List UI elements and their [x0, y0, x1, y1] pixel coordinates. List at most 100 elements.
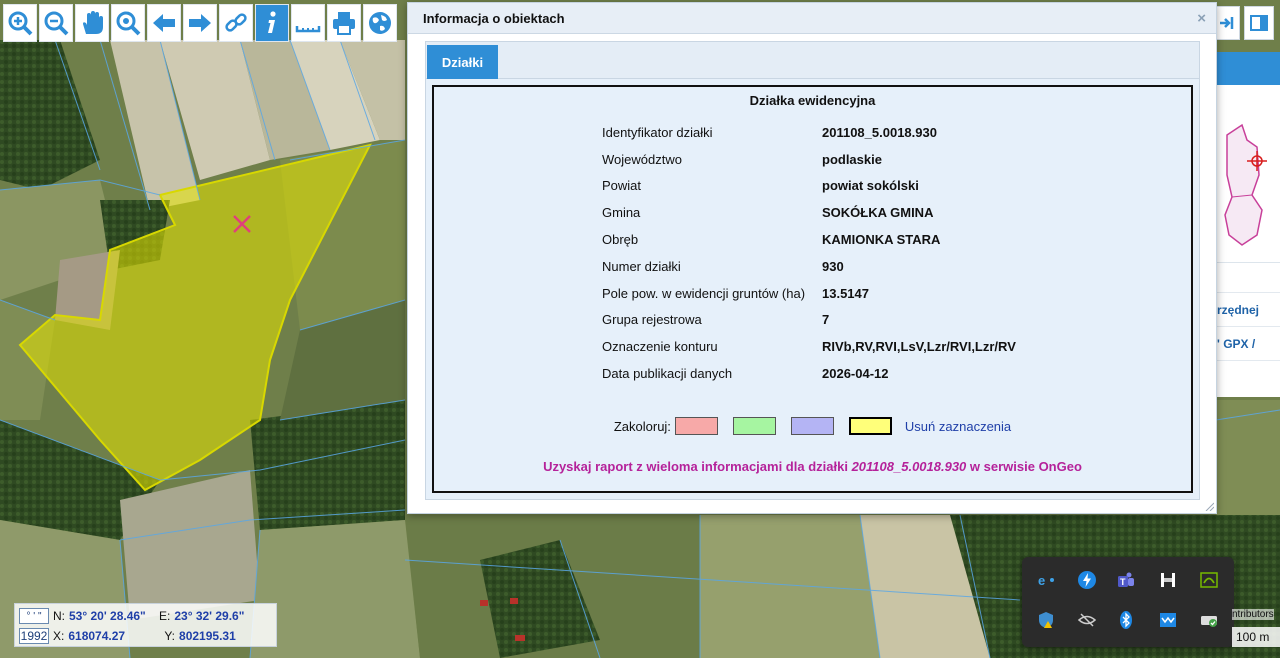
colour-picker: Zakoloruj: Usuń zaznaczenia: [434, 417, 1191, 435]
nvidia-tray-icon[interactable]: [1198, 569, 1220, 591]
parcel-attributes: Identyfikator działki 201108_5.0018.930 W…: [602, 119, 1016, 387]
measure-button[interactable]: [291, 4, 325, 42]
scale-bar: 100 m: [1232, 627, 1280, 647]
swatch-red[interactable]: [674, 417, 718, 435]
side-panel: rzędnej ' GPX /: [1216, 52, 1280, 397]
side-panel-row-gpx[interactable]: ' GPX /: [1217, 327, 1280, 361]
side-row-gpx-label: ' GPX /: [1217, 337, 1256, 351]
report-prefix: Uzyskaj raport z wieloma informacjami dl…: [543, 459, 848, 474]
attribute-row: Grupa rejestrowa 7: [602, 307, 1016, 334]
print-icon: [333, 12, 355, 35]
info-button[interactable]: [255, 4, 289, 42]
security-warning-tray-icon[interactable]: [1035, 609, 1057, 631]
attribute-value: RIVb,RV,RVI,LsV,Lzr/RVI,Lzr/RV: [822, 339, 1016, 355]
dialog-titlebar[interactable]: Informacja o obiektach ×: [408, 3, 1216, 34]
zoom-extent-button[interactable]: [111, 4, 145, 42]
overview-map[interactable]: [1217, 85, 1280, 263]
attribute-label: Pole pow. w ewidencji gruntów (ha): [602, 285, 806, 301]
svg-text:T: T: [1120, 577, 1126, 587]
attribute-label: Identyfikator działki: [602, 124, 713, 140]
teams-tray-icon[interactable]: T: [1115, 569, 1137, 591]
zoom-in-icon: [8, 11, 33, 36]
attribute-value: podlaskie: [822, 151, 882, 167]
forward-arrow-icon: [189, 14, 211, 32]
side-panel-row-empty: [1217, 263, 1280, 293]
zoom-extent-icon: [116, 11, 141, 36]
back-arrow-icon: [153, 14, 175, 32]
edge-tray-icon[interactable]: e: [1035, 569, 1057, 591]
x-label: X:: [53, 629, 65, 643]
system-tray-flyout: e T: [1022, 557, 1234, 647]
attribute-label: Powiat: [602, 178, 642, 194]
swatch-blue[interactable]: [790, 417, 834, 435]
attribute-value: KAMIONKA STARA: [822, 232, 941, 248]
info-icon: [268, 11, 276, 33]
attribute-value: 7: [822, 312, 830, 328]
attribute-row: Pole pow. w ewidencji gruntów (ha) 13.514…: [602, 280, 1016, 307]
panel-icon: [1250, 15, 1268, 31]
lightning-tray-icon[interactable]: [1076, 569, 1098, 591]
swatch-yellow[interactable]: [848, 417, 892, 435]
attribute-value: powiat sokólski: [822, 178, 919, 194]
device-tray-icon[interactable]: [1157, 569, 1179, 591]
attribute-label: Oznaczenie konturu: [602, 339, 718, 355]
svg-text:e: e: [1038, 573, 1045, 588]
resize-grip-icon[interactable]: [1204, 501, 1214, 511]
tab-parcels[interactable]: Działki: [427, 45, 498, 79]
x-value: 618074.27: [68, 629, 126, 643]
print-button[interactable]: [327, 4, 361, 42]
toggle-panel-button[interactable]: [1244, 6, 1274, 40]
parcel-heading: Działka ewidencyjna: [749, 93, 876, 108]
next-view-button[interactable]: [183, 4, 217, 42]
attribute-row: Obręb KAMIONKA STARA: [602, 226, 1016, 253]
ongeo-report-link[interactable]: Uzyskaj raport z wieloma informacjami dl…: [434, 459, 1191, 474]
attribute-row: Oznaczenie konturu RIVb,RV,RVI,LsV,Lzr/RV…: [602, 333, 1016, 360]
attribute-value: 930: [822, 258, 844, 274]
side-row-coords-label: rzędnej: [1217, 303, 1260, 317]
map-attribution[interactable]: ntributors: [1232, 609, 1274, 620]
attribute-row: Data publikacji danych 2026-04-12: [602, 360, 1016, 387]
clear-selection-link[interactable]: Usuń zaznaczenia: [905, 419, 1011, 434]
measure-icon: [295, 26, 321, 33]
n-label: N:: [53, 609, 65, 623]
previous-view-button[interactable]: [147, 4, 181, 42]
attribute-label: Numer działki: [602, 258, 681, 274]
epsg-1992-button[interactable]: 1992: [19, 628, 49, 644]
attribute-row: Powiat powiat sokólski: [602, 173, 1016, 200]
dialog-title: Informacja o obiektach: [423, 11, 565, 26]
drive-check-tray-icon[interactable]: [1198, 609, 1220, 631]
side-panel-header: [1217, 52, 1280, 85]
zoom-in-button[interactable]: [3, 4, 37, 42]
bluetooth-tray-icon[interactable]: [1115, 609, 1137, 631]
report-parcel-id: 201108_5.0018.930: [851, 459, 967, 474]
attribute-label: Data publikacji danych: [602, 366, 733, 382]
degree-format-button[interactable]: ° ' ": [19, 608, 49, 624]
tab-bar: Działki: [425, 41, 1200, 79]
swatch-green[interactable]: [732, 417, 776, 435]
export-arrow-icon: [1220, 17, 1234, 29]
attribute-label: Obręb: [602, 232, 639, 248]
attribute-value: 2026-04-12: [822, 366, 889, 382]
attribute-row: Numer działki 930: [602, 253, 1016, 280]
attribute-label: Gmina: [602, 205, 641, 221]
attribute-value: SOKÓŁKA GMINA: [822, 205, 934, 221]
zoom-out-button[interactable]: [39, 4, 73, 42]
link-icon: [225, 13, 247, 32]
export-button[interactable]: [1214, 6, 1240, 40]
map-toolbar: [3, 4, 397, 42]
close-icon[interactable]: ×: [1197, 3, 1206, 34]
link-button[interactable]: [219, 4, 253, 42]
side-panel-row-coords[interactable]: rzędnej: [1217, 293, 1280, 327]
attribute-label: Grupa rejestrowa: [602, 312, 702, 328]
zoom-out-icon: [44, 11, 69, 36]
network-tray-icon[interactable]: [1157, 609, 1179, 631]
e-label: E:: [159, 609, 171, 623]
attribute-row: Województwo podlaskie: [602, 146, 1016, 173]
parcel-info-box: Działka ewidencyjna Identyfikator działk…: [432, 85, 1193, 493]
basemap-button[interactable]: [363, 4, 397, 42]
hidden-eye-tray-icon[interactable]: [1076, 609, 1098, 631]
pan-button[interactable]: [75, 4, 109, 42]
attribute-value: 201108_5.0018.930: [822, 124, 937, 140]
attribute-row: Identyfikator działki 201108_5.0018.930: [602, 119, 1016, 146]
report-suffix: w serwisie OnGeo: [969, 459, 1082, 474]
